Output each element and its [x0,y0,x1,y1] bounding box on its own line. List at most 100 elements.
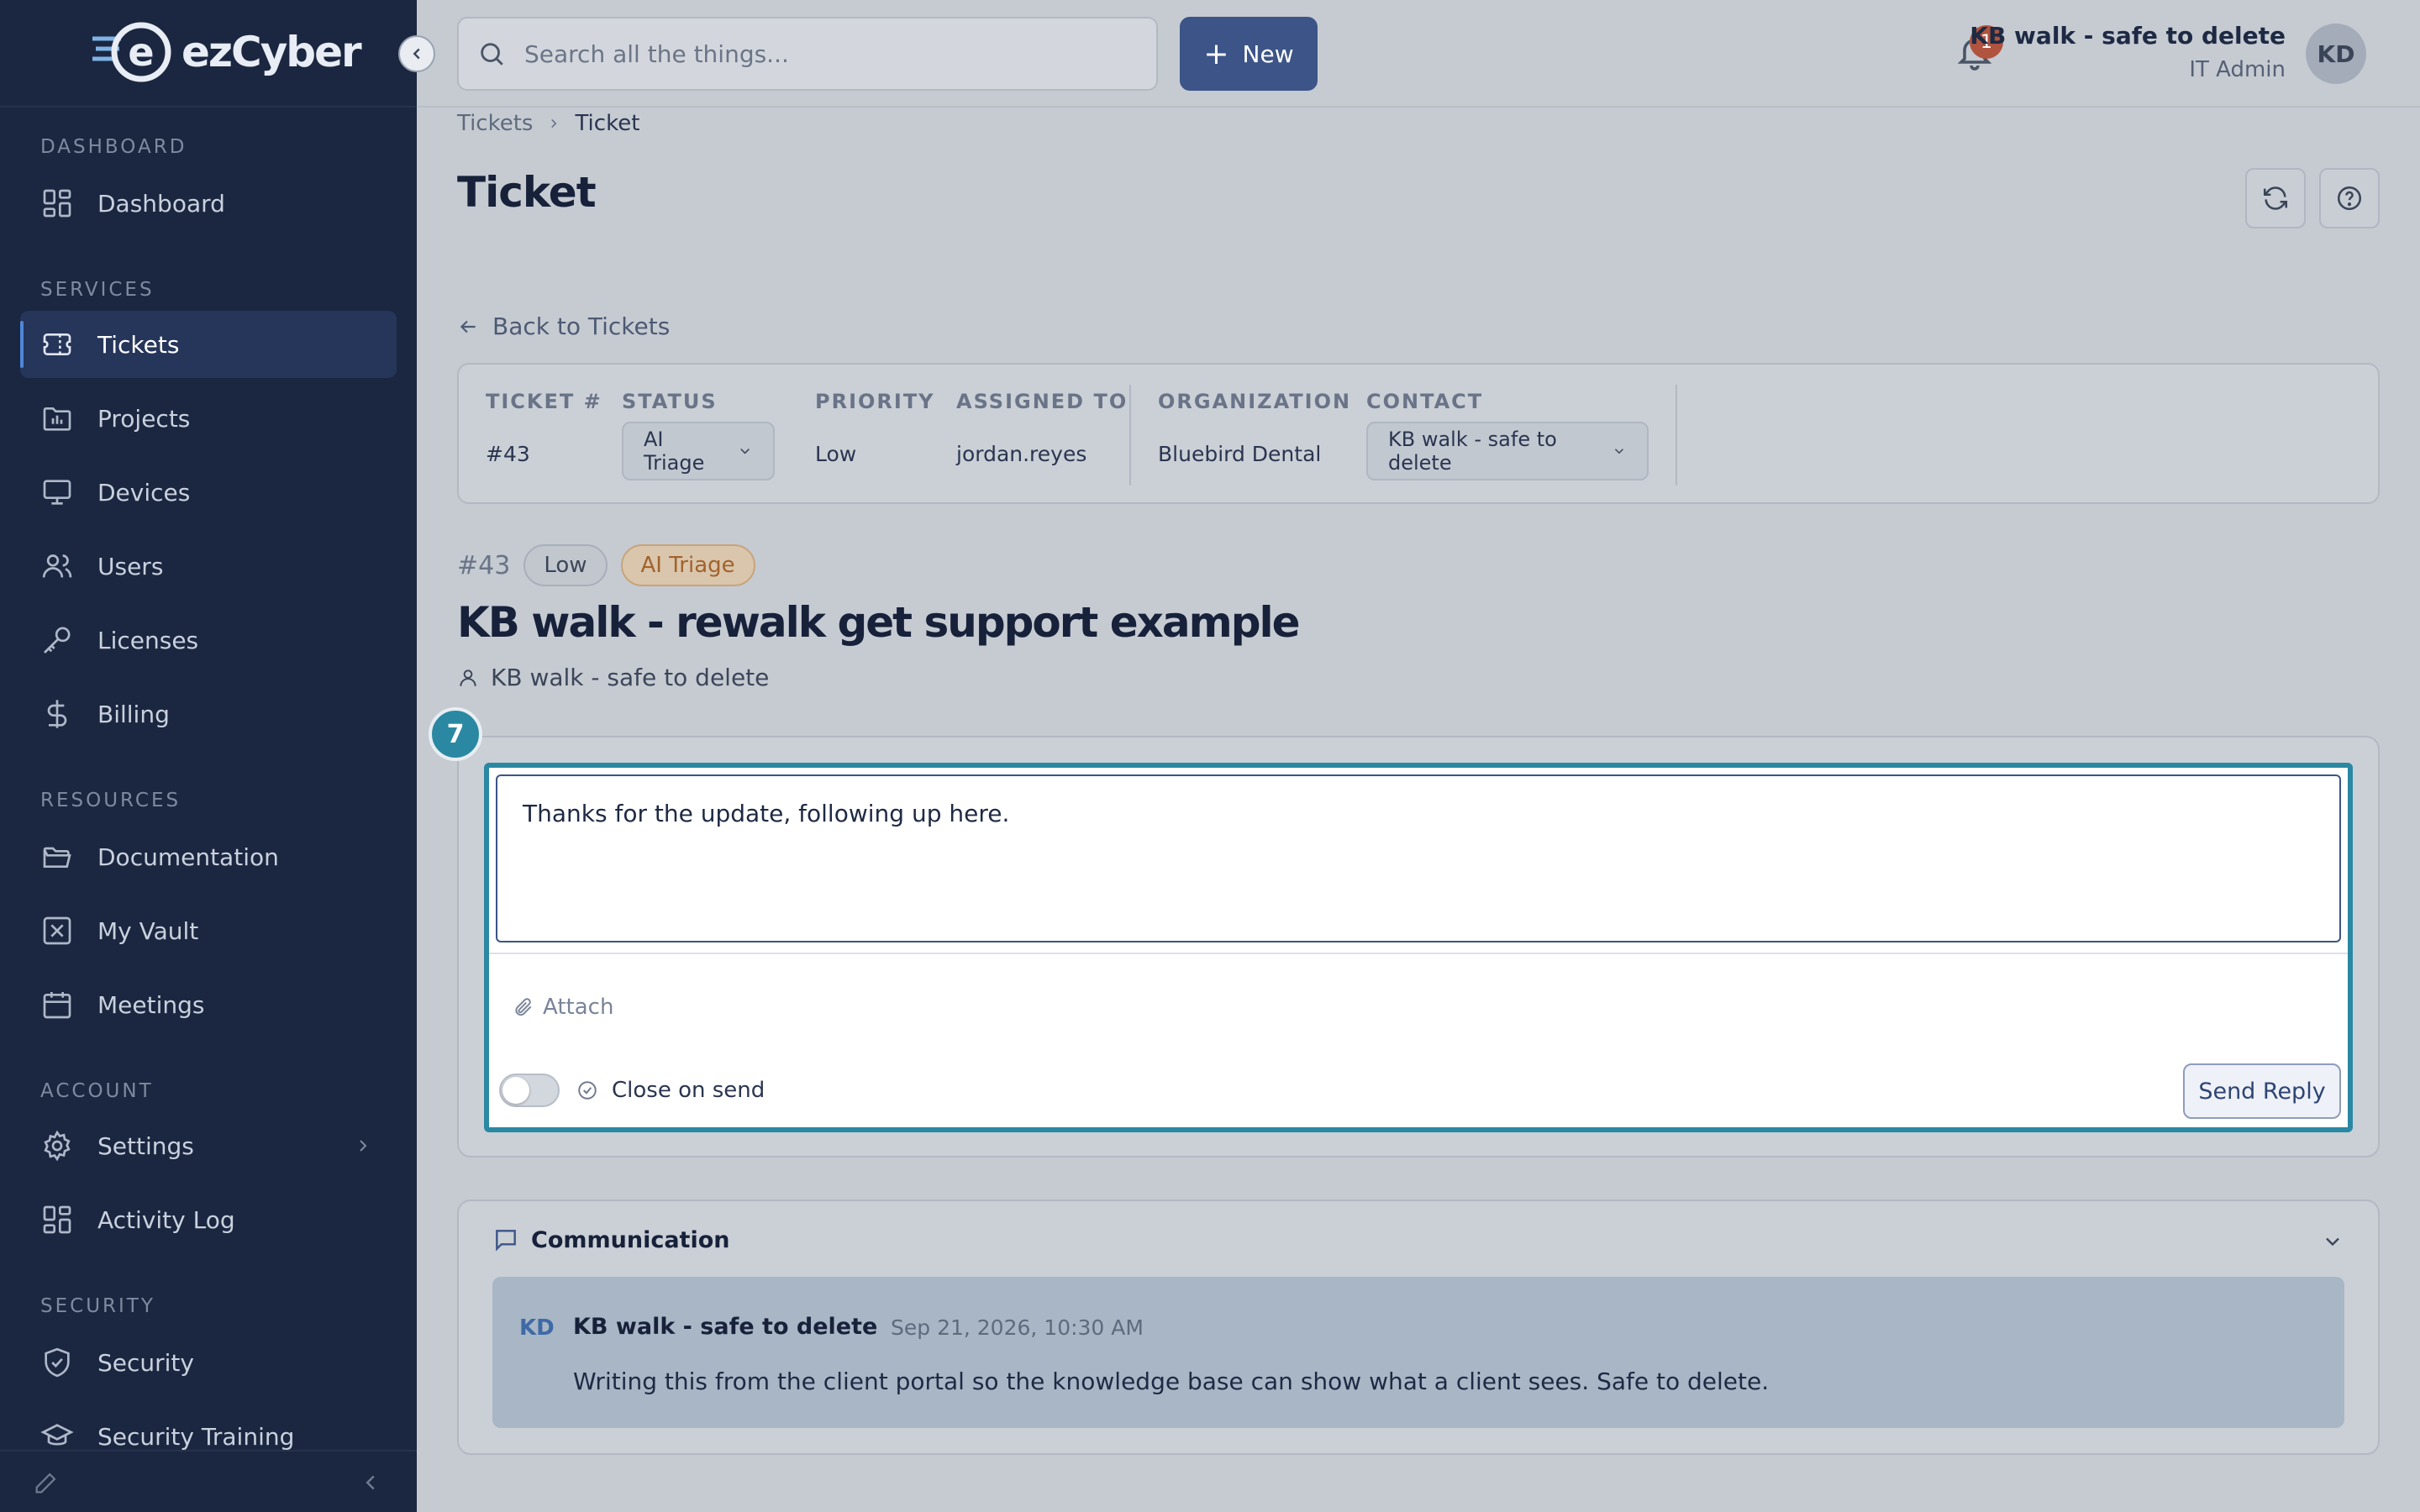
sidebar: e ezCyber DASHBOARD Dashboard SERVICES T… [0,0,417,1512]
app-logo[interactable]: e ezCyber [91,20,362,84]
sidebar-item-documentation[interactable]: Documentation [20,823,397,890]
send-reply-button[interactable]: Send Reply [2183,1063,2341,1119]
help-icon [2337,186,2362,211]
sidebar-item-projects[interactable]: Projects [20,385,397,452]
user-name: KB walk - safe to delete [1970,22,2286,50]
new-button[interactable]: + New [1180,17,1318,91]
close-on-send-label: Close on send [612,1078,765,1103]
sidebar-item-label: Devices [97,478,191,507]
status-field: STATUS AI Triage [622,390,775,480]
help-button[interactable] [2319,168,2380,228]
sidebar-item-label: Security [97,1348,194,1377]
sidebar-item-label: Dashboard [97,189,225,218]
search-icon [481,43,503,66]
close-on-send-toggle[interactable] [499,1074,560,1107]
sidebar-footer [0,1450,417,1512]
contact-select[interactable]: KB walk - safe to delete [1366,422,1649,480]
priority-badge: Low [523,544,608,586]
message-item: KD KB walk - safe to delete Sep 21, 2026… [492,1277,2344,1428]
search-box[interactable] [457,17,1158,91]
avatar[interactable]: KD [2306,24,2366,84]
info-divider [1676,385,1677,486]
sidebar-item-label: Activity Log [97,1205,235,1234]
step-badge: 7 [429,707,482,761]
check-circle-icon [578,1081,597,1100]
activity-grid-icon [43,1205,71,1234]
plus-icon: + [1203,36,1229,71]
chevron-down-icon[interactable] [2321,1230,2344,1253]
chevron-left-icon[interactable] [358,1470,383,1495]
sidebar-item-users[interactable]: Users [20,533,397,600]
sidebar-item-label: Licenses [97,626,199,654]
sidebar-item-activity-log[interactable]: Activity Log [20,1186,397,1253]
sidebar-item-billing[interactable]: Billing [20,680,397,748]
sidebar-item-vault[interactable]: My Vault [20,897,397,964]
dollar-icon [47,700,67,728]
attach-button[interactable]: Attach [513,995,613,1020]
search-input[interactable] [524,39,1113,68]
ticket-contact: KB walk - safe to delete [457,664,769,691]
grid-icon [43,189,71,218]
users-icon [42,554,72,578]
ticket-info-card: TICKET # #43 STATUS AI Triage PRIORITY L… [457,363,2380,504]
paperclip-icon [515,998,532,1016]
ticket-title: KB walk - rewalk get support example [457,598,1301,647]
contact-label: CONTACT [1366,390,1484,413]
reply-composer: Thanks for the update, following up here… [484,763,2353,1132]
sidebar-item-security[interactable]: Security [20,1329,397,1396]
logo-bar: e ezCyber [0,0,417,108]
close-on-send: Close on send [576,1074,765,1107]
sidebar-item-label: Security Training [97,1422,295,1451]
assigned-to-field: ASSIGNED TO jordan.reyes [956,390,1128,466]
sidebar-item-licenses[interactable]: Licenses [20,606,397,674]
shield-check-icon [45,1347,70,1378]
ticket-number-value: #43 [486,442,530,466]
user-icon [460,669,476,686]
communication-header[interactable]: Communication [492,1226,730,1253]
status-select[interactable]: AI Triage [622,422,775,480]
section-resources: RESOURCES [40,790,182,811]
message-timestamp: Sep 21, 2026, 10:30 AM [891,1315,1144,1340]
sidebar-item-label: Settings [97,1131,194,1160]
logo-mark-icon: e [92,22,171,82]
sidebar-item-dashboard[interactable]: Dashboard [20,170,397,237]
page-title: Ticket [457,168,597,217]
folder-open-icon [43,847,71,868]
status-label: STATUS [622,390,718,413]
priority-value: Low [815,442,857,466]
message-square-icon [496,1230,516,1252]
edit-icon[interactable] [32,1468,60,1497]
logo-text: ezCyber [182,28,362,76]
svg-text:e: e [128,29,154,75]
assigned-to-label: ASSIGNED TO [956,390,1128,413]
back-link-label: Back to Tickets [492,312,671,340]
sidebar-item-meetings[interactable]: Meetings [20,971,397,1038]
new-button-label: New [1242,39,1294,68]
status-badge: AI Triage [620,544,755,586]
ticket-icon [43,333,71,355]
sidebar-item-label: My Vault [97,916,199,945]
refresh-button[interactable] [2245,168,2306,228]
breadcrumb-tickets[interactable]: Tickets [457,111,533,136]
vault-icon [43,916,71,945]
calendar-icon [43,992,71,1019]
sidebar-item-label: Meetings [97,990,205,1019]
reply-textarea[interactable]: Thanks for the update, following up here… [496,774,2341,942]
sidebar-item-tickets[interactable]: Tickets [20,311,397,378]
sidebar-item-settings[interactable]: Settings [20,1112,397,1179]
back-to-tickets-link[interactable]: Back to Tickets [457,312,670,340]
contact-field: CONTACT KB walk - safe to delete [1366,390,1649,480]
sidebar-item-label: Billing [97,700,170,728]
sidebar-item-devices[interactable]: Devices [20,459,397,526]
contact-select-value: KB walk - safe to delete [1388,428,1557,475]
sidebar-collapse-button[interactable] [398,35,435,72]
organization-value: Bluebird Dental [1158,442,1322,466]
arrow-left-icon [460,320,476,333]
folder-chart-icon [43,407,71,431]
sidebar-item-label: Users [97,552,164,580]
communication-card: Communication KD KB walk - safe to delet… [457,1200,2380,1455]
priority-field: PRIORITY Low [815,390,935,466]
organization-label: ORGANIZATION [1158,390,1352,413]
refresh-icon [2263,186,2288,210]
ticket-number: #43 [457,550,511,580]
